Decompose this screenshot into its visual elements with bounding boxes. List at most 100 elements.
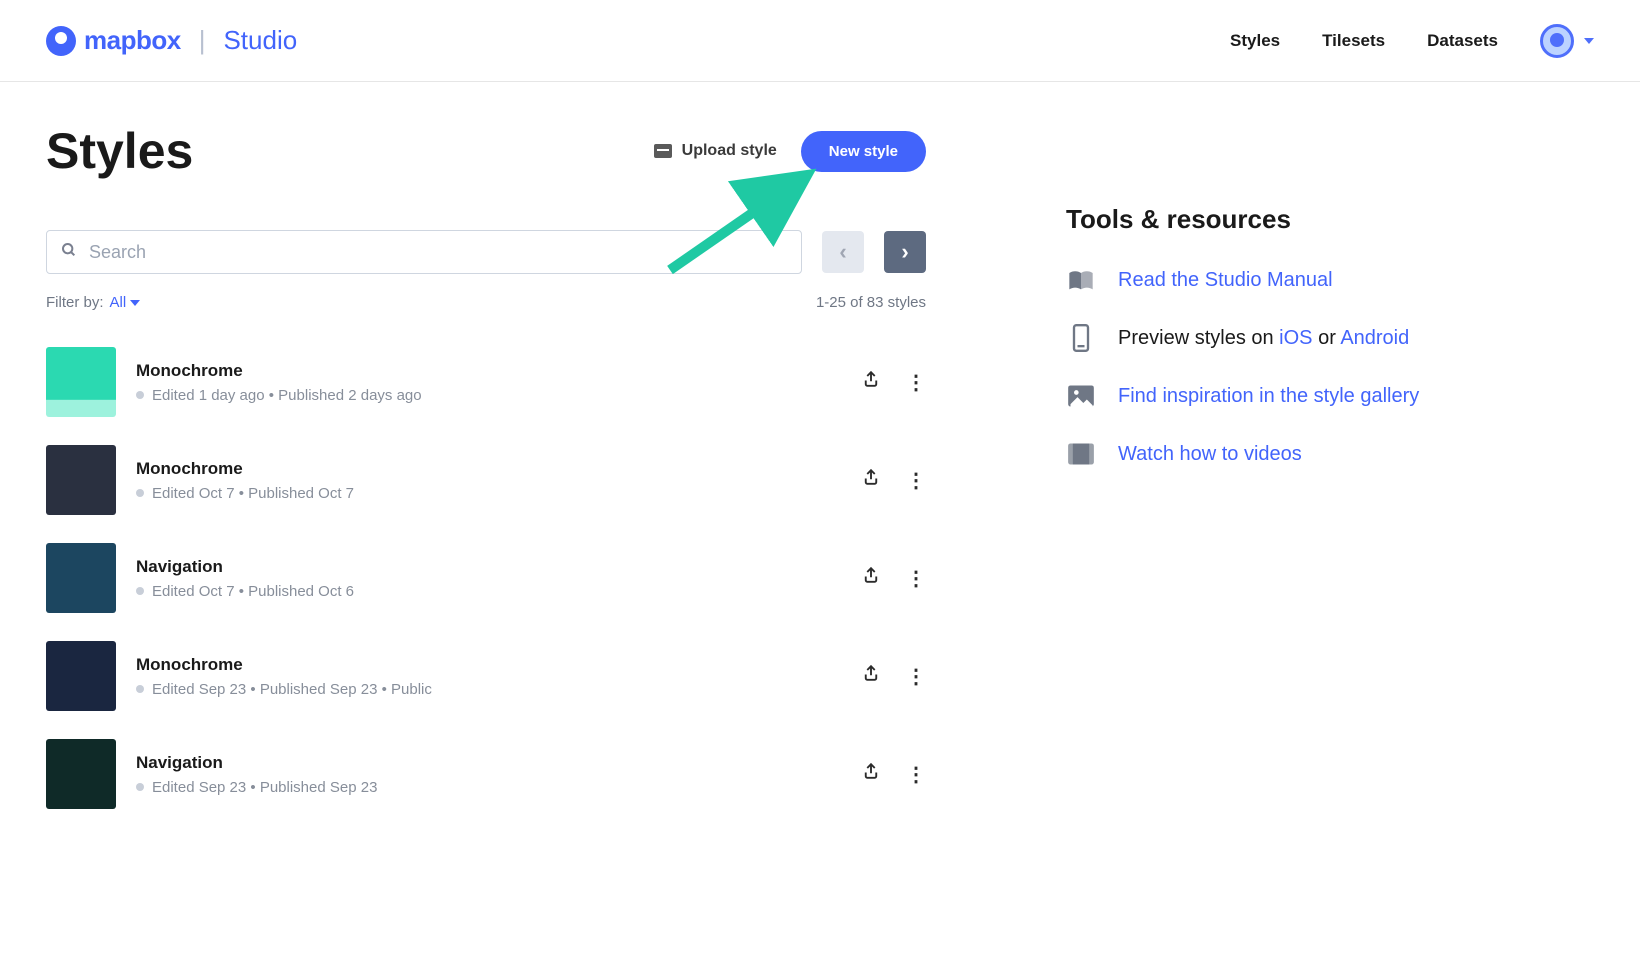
tool-manual: Read the Studio Manual (1066, 267, 1594, 293)
brand-block: mapbox | Studio (46, 25, 297, 56)
android-link[interactable]: Android (1340, 327, 1409, 349)
more-icon[interactable]: ⋮ (906, 468, 926, 493)
new-style-button[interactable]: New style (801, 131, 926, 172)
share-icon[interactable] (862, 369, 880, 395)
studio-label[interactable]: Studio (223, 25, 297, 56)
style-text: Monochrome Edited Oct 7 • Published Oct … (136, 459, 842, 502)
filter-row: Filter by: All 1-25 of 83 styles (46, 294, 926, 311)
style-name: Monochrome (136, 361, 842, 381)
status-dot-icon (136, 587, 144, 595)
video-icon (1066, 441, 1096, 467)
item-actions: ⋮ (862, 663, 926, 689)
ios-link[interactable]: iOS (1279, 327, 1312, 349)
item-actions: ⋮ (862, 369, 926, 395)
style-item[interactable]: Monochrome Edited Oct 7 • Published Oct … (46, 445, 926, 515)
style-text: Monochrome Edited Sep 23 • Published Sep… (136, 655, 842, 698)
style-thumbnail (46, 543, 116, 613)
style-meta: Edited Sep 23 • Published Sep 23 (136, 779, 842, 796)
style-item[interactable]: Monochrome Edited Sep 23 • Published Sep… (46, 641, 926, 711)
upload-style-button[interactable]: Upload style (654, 142, 777, 160)
share-icon[interactable] (862, 565, 880, 591)
item-actions: ⋮ (862, 565, 926, 591)
brand-text: mapbox (84, 25, 181, 56)
main-column: Styles Upload style New style ‹ › Filt (46, 122, 926, 809)
style-item[interactable]: Monochrome Edited 1 day ago • Published … (46, 347, 926, 417)
item-actions: ⋮ (862, 761, 926, 787)
header-bar: mapbox | Studio Styles Tilesets Datasets (0, 0, 1640, 82)
status-dot-icon (136, 783, 144, 791)
style-thumbnail (46, 445, 116, 515)
book-icon (1066, 267, 1096, 293)
pagination-summary: 1-25 of 83 styles (816, 294, 926, 311)
style-item[interactable]: Navigation Edited Sep 23 • Published Sep… (46, 739, 926, 809)
chevron-down-icon (1584, 38, 1594, 44)
chevron-left-icon: ‹ (839, 239, 846, 265)
title-actions: Upload style New style (654, 131, 926, 172)
more-icon[interactable]: ⋮ (906, 762, 926, 787)
filter-value: All (110, 294, 127, 311)
tools-title: Tools & resources (1066, 204, 1594, 235)
phone-icon (1066, 325, 1096, 351)
title-row: Styles Upload style New style (46, 122, 926, 180)
chevron-down-icon (130, 300, 140, 306)
style-meta: Edited Sep 23 • Published Sep 23 • Publi… (136, 681, 842, 698)
more-icon[interactable]: ⋮ (906, 566, 926, 591)
tool-videos-link[interactable]: Watch how to videos (1118, 443, 1302, 466)
search-icon (61, 242, 77, 263)
search-input[interactable] (89, 242, 787, 263)
tool-manual-link[interactable]: Read the Studio Manual (1118, 269, 1333, 292)
filter-label: Filter by: (46, 294, 104, 311)
tool-gallery: Find inspiration in the style gallery (1066, 383, 1594, 409)
filter-dropdown[interactable]: All (110, 294, 141, 311)
style-meta: Edited Oct 7 • Published Oct 6 (136, 583, 842, 600)
image-icon (1066, 383, 1096, 409)
avatar-icon (1540, 24, 1574, 58)
share-icon[interactable] (862, 663, 880, 689)
tool-videos: Watch how to videos (1066, 441, 1594, 467)
nav-tilesets[interactable]: Tilesets (1322, 31, 1385, 51)
status-dot-icon (136, 685, 144, 693)
chevron-right-icon: › (901, 239, 908, 265)
page-title: Styles (46, 122, 193, 180)
status-dot-icon (136, 489, 144, 497)
search-box[interactable] (46, 230, 802, 274)
nav-datasets[interactable]: Datasets (1427, 31, 1498, 51)
style-thumbnail (46, 641, 116, 711)
filter-left: Filter by: All (46, 294, 140, 311)
header-right: Styles Tilesets Datasets (1230, 24, 1594, 58)
tool-gallery-link[interactable]: Find inspiration in the style gallery (1118, 385, 1419, 408)
account-menu[interactable] (1540, 24, 1594, 58)
nav-styles[interactable]: Styles (1230, 31, 1280, 51)
tool-preview: Preview styles on iOS or Android (1066, 325, 1594, 351)
style-text: Monochrome Edited 1 day ago • Published … (136, 361, 842, 404)
style-name: Monochrome (136, 655, 842, 675)
pager-prev-button[interactable]: ‹ (822, 231, 864, 273)
content-area: Styles Upload style New style ‹ › Filt (0, 82, 1640, 809)
mapbox-logo[interactable]: mapbox (46, 25, 181, 56)
style-meta: Edited 1 day ago • Published 2 days ago (136, 387, 842, 404)
status-dot-icon (136, 391, 144, 399)
style-name: Monochrome (136, 459, 842, 479)
tools-panel: Tools & resources Read the Studio Manual… (1066, 122, 1594, 809)
more-icon[interactable]: ⋮ (906, 664, 926, 689)
style-text: Navigation Edited Oct 7 • Published Oct … (136, 557, 842, 600)
style-item[interactable]: Navigation Edited Oct 7 • Published Oct … (46, 543, 926, 613)
style-thumbnail (46, 347, 116, 417)
style-meta: Edited Oct 7 • Published Oct 7 (136, 485, 842, 502)
style-list: Monochrome Edited 1 day ago • Published … (46, 347, 926, 809)
search-row: ‹ › (46, 230, 926, 274)
upload-icon (654, 144, 672, 158)
mapbox-logo-icon (46, 26, 76, 56)
more-icon[interactable]: ⋮ (906, 370, 926, 395)
style-name: Navigation (136, 557, 842, 577)
share-icon[interactable] (862, 467, 880, 493)
tool-preview-text: Preview styles on iOS or Android (1118, 327, 1409, 350)
share-icon[interactable] (862, 761, 880, 787)
style-thumbnail (46, 739, 116, 809)
item-actions: ⋮ (862, 467, 926, 493)
brand-separator: | (199, 25, 206, 56)
upload-style-label: Upload style (682, 142, 777, 160)
style-name: Navigation (136, 753, 842, 773)
pager-next-button[interactable]: › (884, 231, 926, 273)
style-text: Navigation Edited Sep 23 • Published Sep… (136, 753, 842, 796)
